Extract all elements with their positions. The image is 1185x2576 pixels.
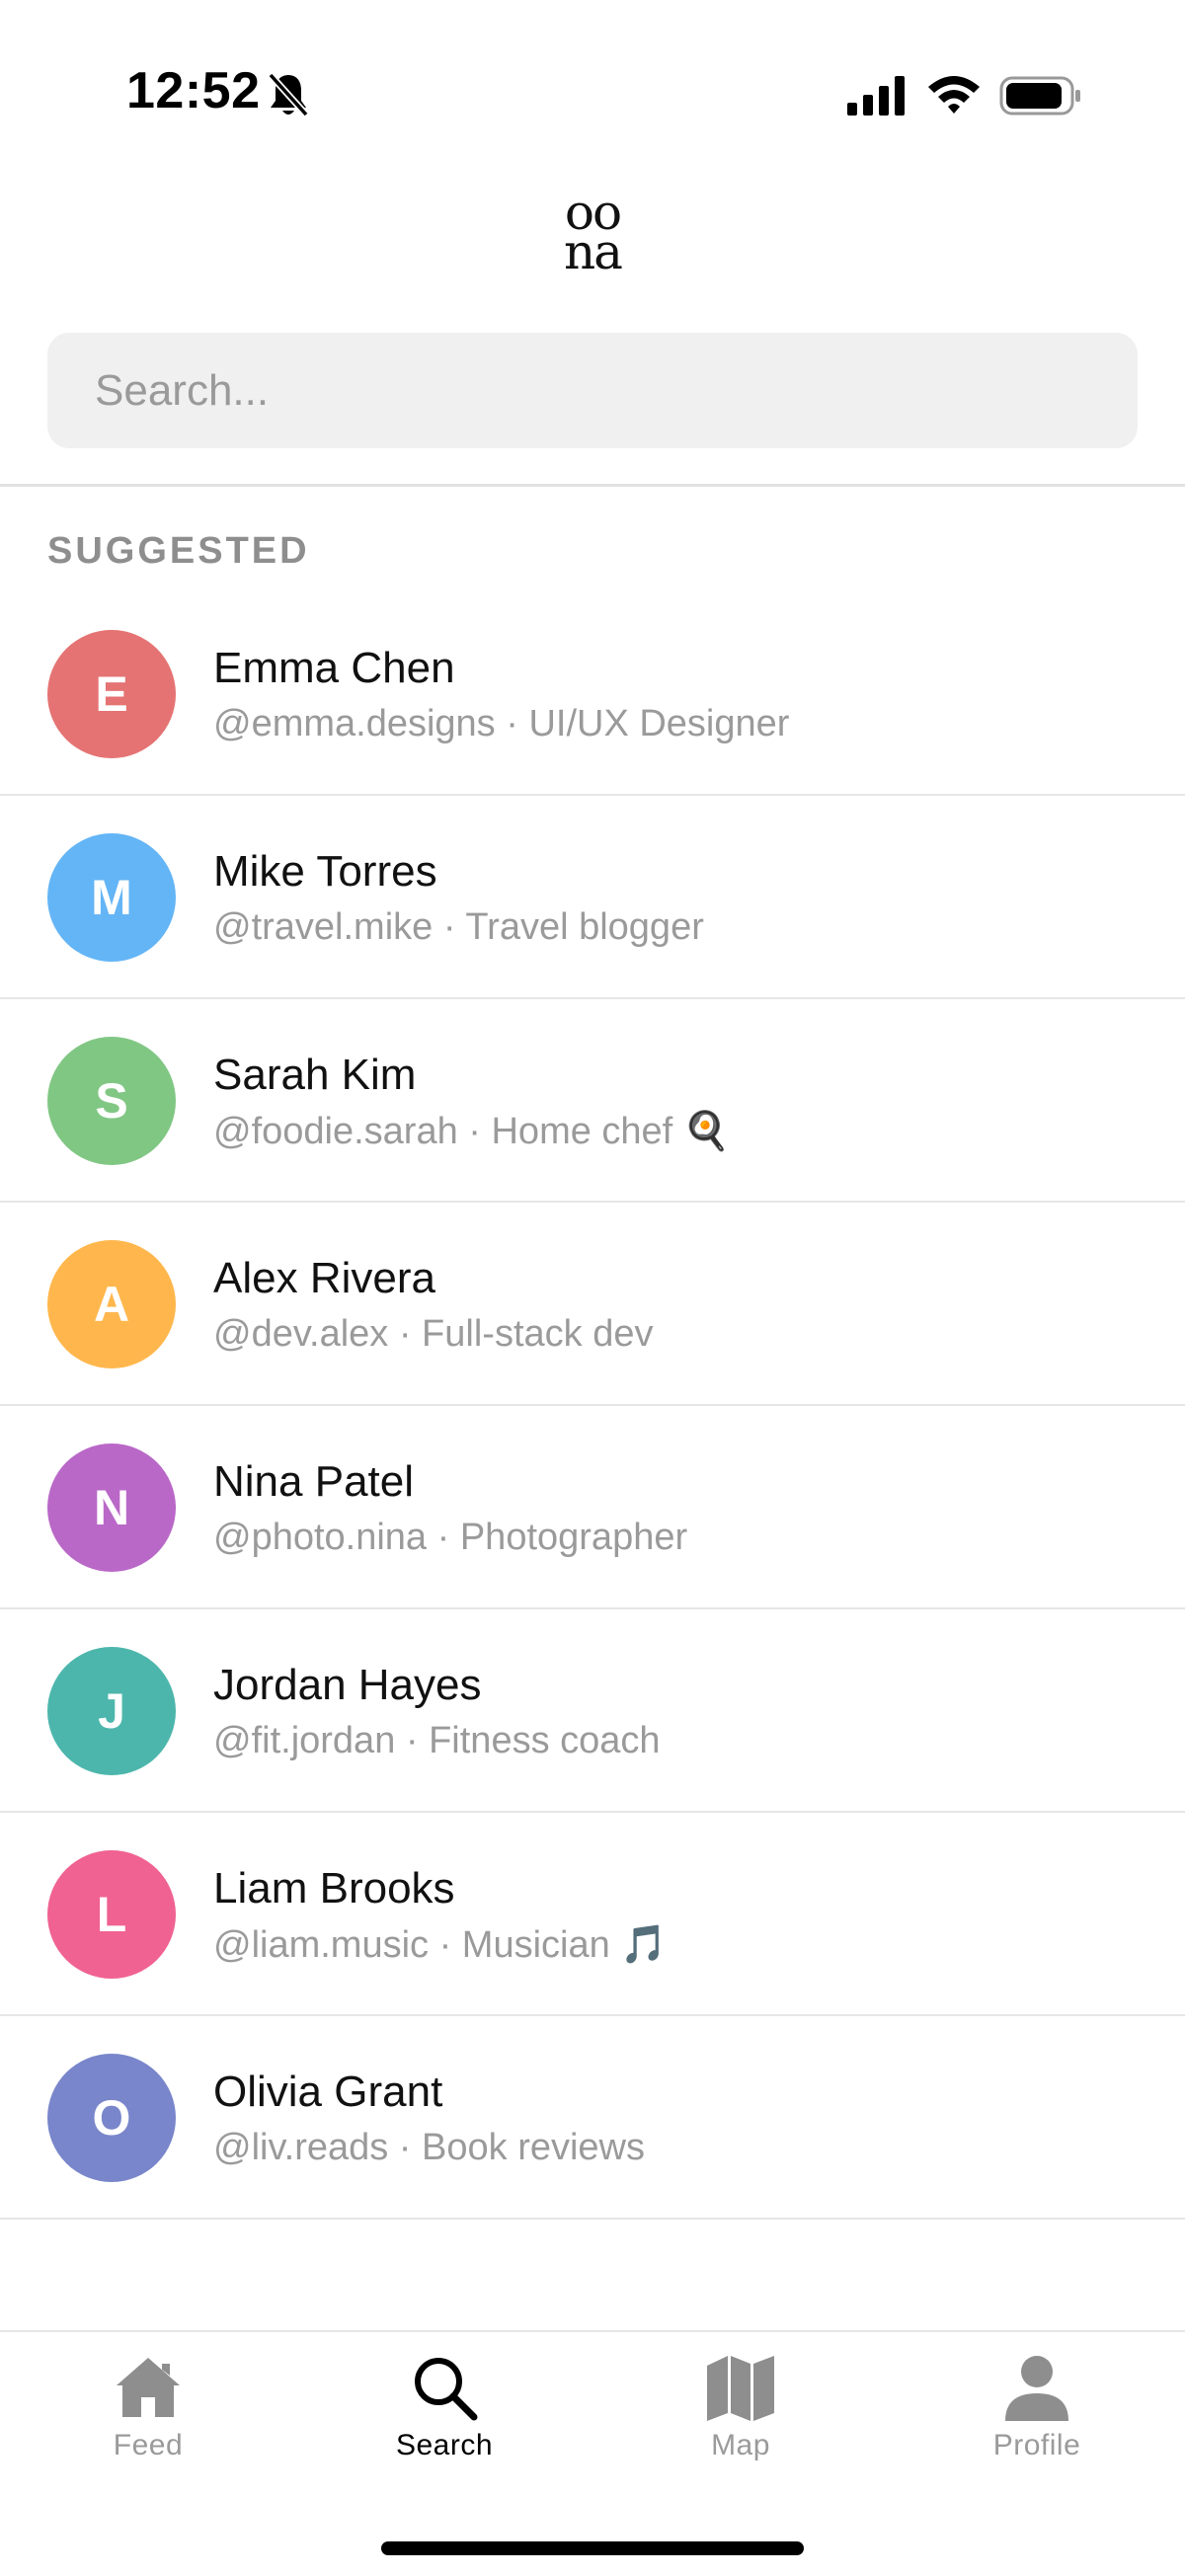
home-indicator[interactable] [381, 2541, 804, 2555]
user-subtitle: @liam.music · Musician 🎵 [213, 1924, 668, 1966]
status-bar: 12:52 [0, 0, 1185, 168]
tab-map[interactable]: Map [622, 2352, 859, 2500]
user-row[interactable]: A Alex Rivera @dev.alex · Full-stack dev [0, 1203, 1185, 1406]
user-name: Olivia Grant [213, 2068, 443, 2116]
tab-search-label: Search [395, 2429, 494, 2461]
user-name: Emma Chen [213, 644, 455, 692]
tab-profile[interactable]: Profile [918, 2352, 1155, 2500]
app-logo: oo na [533, 188, 652, 291]
home-icon [117, 2358, 180, 2417]
user-row[interactable]: M Mike Torres @travel.mike · Travel blog… [0, 796, 1185, 999]
avatar: N [47, 1444, 176, 1572]
map-icon [707, 2356, 774, 2421]
status-time: 12:52 [126, 62, 261, 119]
suggested-user-list: E Emma Chen @emma.designs · UI/UX Design… [0, 592, 1185, 2220]
cellular-signal-icon [847, 76, 905, 116]
avatar: L [47, 1850, 176, 1979]
user-name: Jordan Hayes [213, 1661, 482, 1709]
avatar: A [47, 1240, 176, 1368]
user-row[interactable]: S Sarah Kim @foodie.sarah · Home chef 🍳 [0, 999, 1185, 1203]
user-row[interactable]: L Liam Brooks @liam.music · Musician 🎵 [0, 1813, 1185, 2016]
search-icon [415, 2358, 478, 2421]
logo-line-2: na [563, 223, 623, 280]
avatar: J [47, 1647, 176, 1775]
user-row[interactable]: J Jordan Hayes @fit.jordan · Fitness coa… [0, 1609, 1185, 1813]
user-name: Sarah Kim [213, 1051, 417, 1099]
search-input[interactable] [95, 365, 1138, 416]
wifi-icon [928, 76, 980, 114]
avatar: E [47, 630, 176, 758]
user-name: Nina Patel [213, 1457, 415, 1506]
tab-feed[interactable]: Feed [30, 2352, 267, 2500]
user-subtitle: @fit.jordan · Fitness coach [213, 1720, 661, 1761]
header-divider [0, 484, 1185, 487]
bottom-tab-bar: Feed Search Map Profile [0, 2330, 1185, 2576]
avatar: S [47, 1037, 176, 1165]
user-row[interactable]: N Nina Patel @photo.nina · Photographer [0, 1406, 1185, 1609]
tab-search[interactable]: Search [326, 2352, 563, 2500]
user-row[interactable]: O Olivia Grant @liv.reads · Book reviews [0, 2016, 1185, 2220]
avatar: O [47, 2054, 176, 2182]
user-subtitle: @photo.nina · Photographer [213, 1517, 688, 1558]
search-screen: 12:52 oo na SUGGEST [0, 0, 1185, 2576]
battery-icon [999, 76, 1080, 116]
user-subtitle: @emma.designs · UI/UX Designer [213, 703, 790, 744]
tab-feed-label: Feed [113, 2429, 184, 2461]
bell-slash-icon [268, 72, 309, 117]
person-icon [1005, 2356, 1068, 2421]
avatar: M [47, 833, 176, 962]
user-subtitle: @travel.mike · Travel blogger [213, 906, 704, 948]
user-name: Mike Torres [213, 847, 437, 896]
user-subtitle: @dev.alex · Full-stack dev [213, 1313, 654, 1355]
section-heading-suggested: SUGGESTED [47, 530, 310, 572]
search-bar[interactable] [47, 333, 1138, 448]
user-subtitle: @foodie.sarah · Home chef 🍳 [213, 1111, 731, 1152]
tab-profile-label: Profile [992, 2429, 1081, 2461]
user-name: Alex Rivera [213, 1254, 435, 1302]
user-row[interactable]: E Emma Chen @emma.designs · UI/UX Design… [0, 592, 1185, 796]
user-subtitle: @liv.reads · Book reviews [213, 2127, 645, 2168]
tab-map-label: Map [711, 2429, 770, 2461]
user-name: Liam Brooks [213, 1864, 455, 1912]
